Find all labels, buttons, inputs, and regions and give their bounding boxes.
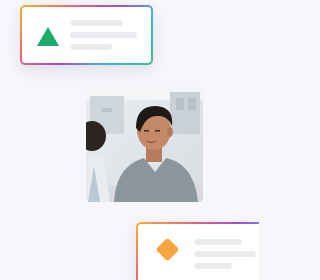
triangle-icon — [37, 27, 59, 46]
placeholder-line — [194, 263, 232, 269]
content-card-top — [20, 5, 153, 65]
placeholder-line — [70, 20, 123, 26]
placeholder-line — [194, 239, 242, 245]
illustration-stage — [0, 0, 259, 280]
placeholder-line — [70, 44, 112, 50]
person-photo-image — [86, 86, 203, 202]
placeholder-line — [70, 32, 137, 38]
content-card-bottom — [136, 222, 259, 280]
placeholder-line — [194, 251, 256, 257]
person-photo — [86, 86, 203, 202]
diamond-icon — [155, 237, 180, 262]
